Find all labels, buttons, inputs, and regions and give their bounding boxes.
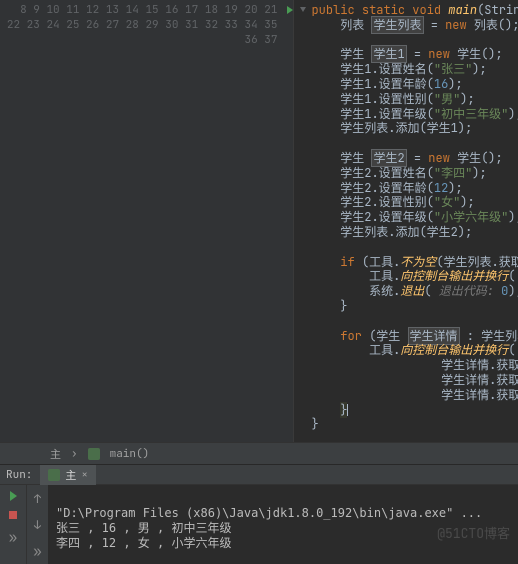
more-icon[interactable]: » [9, 529, 17, 547]
method-icon [88, 448, 100, 460]
rerun-icon[interactable] [10, 491, 17, 501]
breadcrumb-item[interactable]: main() [110, 447, 150, 461]
line-gutter: 8 9 10 11 12 13 14 15 16 17 18 19 20 21 … [0, 0, 283, 442]
run-tab-label: 主 [65, 467, 76, 483]
run-tab[interactable]: 主 × [40, 465, 96, 485]
more-icon[interactable]: » [33, 543, 41, 561]
fold-column [293, 0, 303, 442]
console-line: "D:\Program Files (x86)\Java\jdk1.8.0_19… [56, 506, 482, 520]
console-line: 李四 , 12 , 女 , 小学六年级 [56, 536, 231, 550]
console-output[interactable]: "D:\Program Files (x86)\Java\jdk1.8.0_19… [48, 485, 490, 564]
run-label: Run: [6, 468, 32, 482]
code-area[interactable]: public static void main(String[] 参数) { 列… [303, 0, 518, 442]
class-icon [48, 469, 60, 481]
stop-icon[interactable] [9, 511, 17, 519]
up-icon[interactable]: ↑ [34, 491, 41, 507]
down-icon[interactable]: ↓ [34, 517, 41, 533]
console-tools-2: ↑ ↓ » [26, 485, 48, 564]
close-icon[interactable]: × [81, 468, 88, 482]
watermark: @51CTO博客 [437, 523, 510, 542]
console-tools: » [0, 485, 26, 564]
run-toolbar: Run: 主 × [0, 464, 518, 484]
editor: 8 9 10 11 12 13 14 15 16 17 18 19 20 21 … [0, 0, 518, 442]
breadcrumb-item[interactable]: 主 [50, 446, 61, 462]
breadcrumb: 主 › main() [0, 442, 518, 464]
chevron-right-icon: › [71, 447, 78, 461]
console-line: 张三 , 16 , 男 , 初中三年级 [56, 521, 231, 535]
gutter-icons [283, 0, 293, 442]
